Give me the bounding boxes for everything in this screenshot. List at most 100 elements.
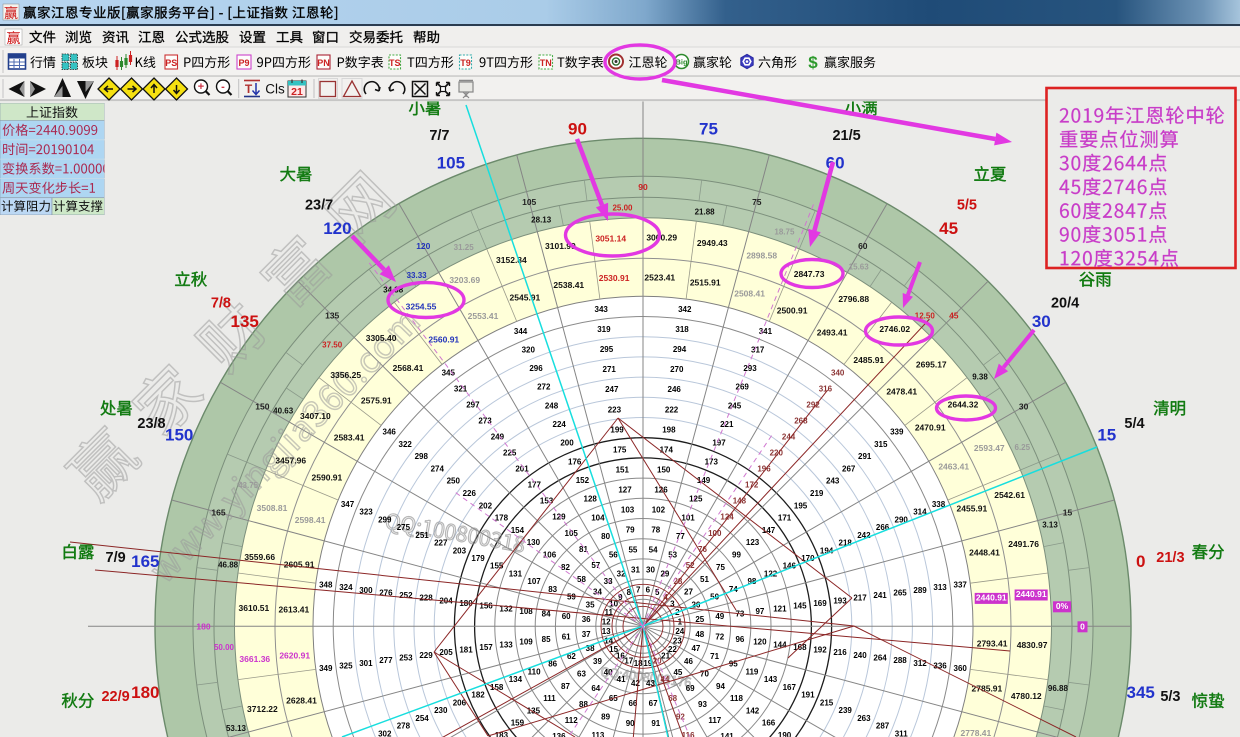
svg-text:47: 47 bbox=[691, 644, 700, 653]
svg-text:105: 105 bbox=[565, 529, 579, 538]
svg-text:349: 349 bbox=[319, 664, 333, 673]
svg-text:15.63: 15.63 bbox=[849, 263, 870, 272]
svg-text:345: 345 bbox=[442, 369, 456, 378]
svg-text:322: 322 bbox=[399, 440, 413, 449]
svg-text:297: 297 bbox=[466, 401, 480, 410]
svg-text:150: 150 bbox=[657, 465, 671, 474]
svg-text:318: 318 bbox=[675, 325, 689, 334]
svg-text:241: 241 bbox=[873, 591, 887, 600]
svg-text:315: 315 bbox=[874, 440, 888, 449]
svg-text:275: 275 bbox=[397, 523, 411, 532]
svg-text:239: 239 bbox=[839, 706, 853, 715]
svg-text:3457.96: 3457.96 bbox=[275, 455, 306, 465]
svg-text:50.00: 50.00 bbox=[214, 643, 235, 652]
svg-text:13: 13 bbox=[602, 627, 611, 636]
svg-text:3000.29: 3000.29 bbox=[646, 232, 677, 242]
svg-text:PN: PN bbox=[317, 58, 330, 68]
svg-text:113: 113 bbox=[591, 731, 604, 737]
svg-text:173: 173 bbox=[705, 457, 719, 466]
svg-text:325: 325 bbox=[339, 661, 353, 670]
svg-text:110: 110 bbox=[528, 667, 541, 676]
svg-text:197: 197 bbox=[712, 439, 726, 448]
svg-text:253: 253 bbox=[399, 654, 413, 663]
svg-text:7/9: 7/9 bbox=[106, 550, 126, 566]
svg-text:18: 18 bbox=[634, 659, 643, 668]
svg-text:312: 312 bbox=[913, 659, 927, 668]
svg-text:270: 270 bbox=[670, 365, 684, 374]
svg-text:PS: PS bbox=[165, 58, 177, 68]
svg-text:240: 240 bbox=[853, 651, 867, 660]
svg-text:128: 128 bbox=[584, 495, 598, 504]
svg-text:63: 63 bbox=[577, 670, 586, 679]
svg-text:2695.17: 2695.17 bbox=[916, 360, 947, 370]
svg-text:178: 178 bbox=[495, 514, 509, 523]
svg-text:324: 324 bbox=[339, 583, 353, 592]
svg-text:126: 126 bbox=[654, 485, 668, 494]
svg-text:249: 249 bbox=[491, 433, 505, 442]
svg-text:2545.91: 2545.91 bbox=[510, 293, 541, 303]
svg-text:2560.91: 2560.91 bbox=[428, 334, 459, 344]
svg-text:133: 133 bbox=[499, 640, 513, 649]
svg-text:33: 33 bbox=[604, 577, 613, 586]
svg-text:118: 118 bbox=[730, 694, 743, 703]
svg-text:203: 203 bbox=[453, 546, 467, 555]
svg-text:87: 87 bbox=[561, 682, 570, 691]
svg-text:2778.41: 2778.41 bbox=[961, 728, 992, 737]
svg-text:123: 123 bbox=[746, 538, 760, 547]
svg-text:2440.91: 2440.91 bbox=[1016, 589, 1047, 599]
svg-text:90: 90 bbox=[568, 120, 587, 139]
svg-text:125: 125 bbox=[689, 495, 703, 504]
svg-text:9.38: 9.38 bbox=[972, 373, 988, 382]
svg-text:129: 129 bbox=[552, 513, 566, 522]
svg-text:199: 199 bbox=[610, 425, 624, 434]
svg-text:2515.91: 2515.91 bbox=[690, 278, 721, 288]
svg-text:37: 37 bbox=[582, 630, 591, 639]
svg-text:80: 80 bbox=[601, 532, 610, 541]
svg-text:109: 109 bbox=[519, 638, 533, 647]
svg-text:28.13: 28.13 bbox=[531, 215, 552, 224]
svg-text:181: 181 bbox=[459, 646, 473, 655]
svg-text:217: 217 bbox=[853, 594, 867, 603]
svg-text:150: 150 bbox=[165, 425, 193, 444]
svg-text:T9: T9 bbox=[460, 58, 471, 68]
svg-text:23/8: 23/8 bbox=[137, 416, 165, 432]
svg-text:243: 243 bbox=[826, 477, 840, 486]
svg-text:343: 343 bbox=[595, 305, 609, 314]
svg-text:45: 45 bbox=[939, 219, 958, 238]
svg-text:82: 82 bbox=[561, 563, 570, 572]
svg-text:360: 360 bbox=[954, 664, 968, 673]
svg-text:69: 69 bbox=[686, 684, 695, 693]
svg-text:2575.91: 2575.91 bbox=[361, 396, 392, 406]
svg-text:174: 174 bbox=[660, 445, 674, 454]
svg-text:0%: 0% bbox=[1056, 601, 1069, 611]
svg-text:2508.41: 2508.41 bbox=[734, 289, 765, 299]
svg-text:85: 85 bbox=[542, 635, 551, 644]
svg-text:90: 90 bbox=[638, 182, 648, 192]
svg-text:340: 340 bbox=[831, 369, 845, 378]
svg-text:112: 112 bbox=[565, 716, 578, 725]
svg-text:84: 84 bbox=[542, 610, 551, 619]
svg-text:40.63: 40.63 bbox=[273, 407, 294, 416]
svg-text:320: 320 bbox=[522, 345, 536, 354]
svg-text:120: 120 bbox=[753, 638, 767, 647]
svg-text:228: 228 bbox=[419, 594, 433, 603]
svg-text:91: 91 bbox=[651, 719, 660, 728]
svg-text:2440.91: 2440.91 bbox=[976, 593, 1007, 603]
svg-text:27: 27 bbox=[684, 587, 693, 596]
svg-text:250: 250 bbox=[447, 477, 461, 486]
svg-text:152: 152 bbox=[576, 476, 590, 485]
svg-text:3661.36: 3661.36 bbox=[239, 654, 270, 664]
svg-text:3203.69: 3203.69 bbox=[449, 275, 480, 285]
svg-text:182: 182 bbox=[471, 691, 485, 700]
svg-text:2523.41: 2523.41 bbox=[644, 272, 675, 282]
svg-text:2590.91: 2590.91 bbox=[312, 472, 343, 482]
svg-text:222: 222 bbox=[665, 405, 679, 414]
svg-text:54: 54 bbox=[649, 546, 658, 555]
svg-text:60: 60 bbox=[858, 241, 868, 251]
svg-text:2593.47: 2593.47 bbox=[974, 443, 1005, 453]
svg-text:3508.81: 3508.81 bbox=[257, 503, 288, 513]
svg-text:175: 175 bbox=[613, 445, 627, 454]
svg-text:301: 301 bbox=[359, 659, 373, 668]
svg-text:154: 154 bbox=[511, 526, 525, 535]
svg-text:346: 346 bbox=[383, 428, 397, 437]
